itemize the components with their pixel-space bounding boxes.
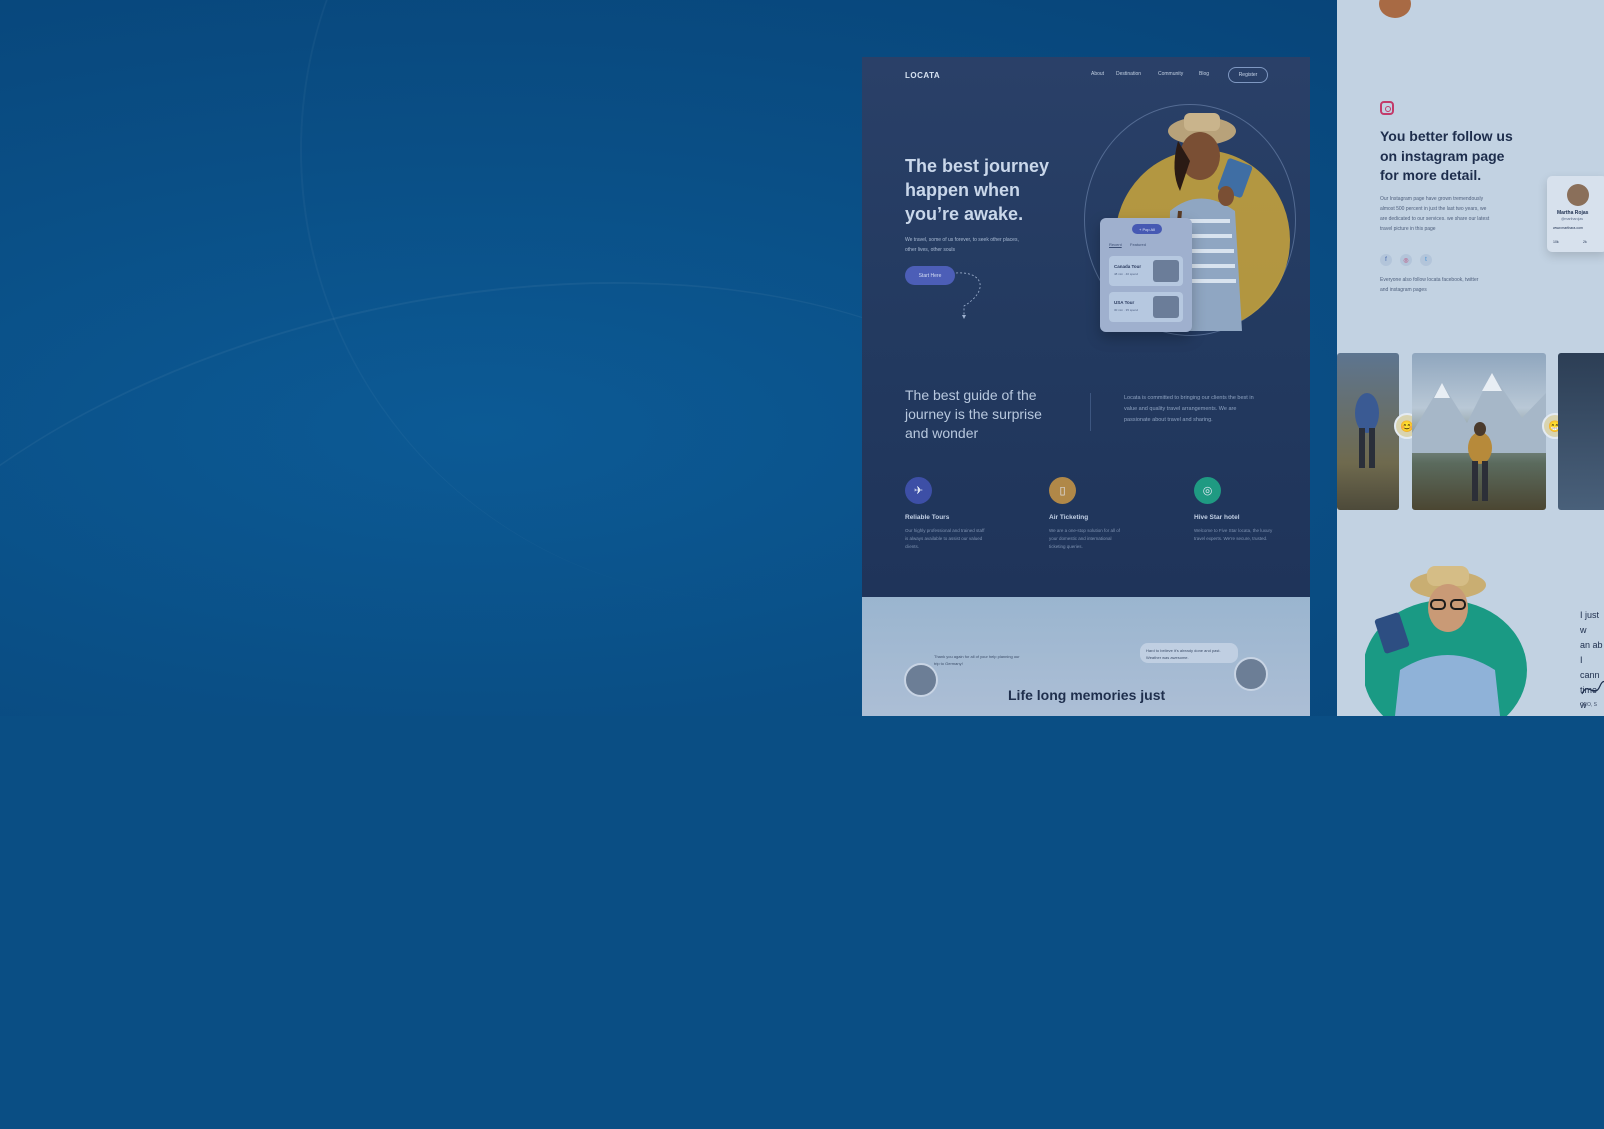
nav-community[interactable]: Community <box>1158 71 1183 77</box>
plane-icon: ✈ <box>905 477 932 504</box>
target-icon: ◎ <box>1194 477 1221 504</box>
feature-text: Welcome to Five Star locata, the luxury … <box>1194 528 1273 541</box>
profile-url[interactable]: www.marthara.com <box>1553 226 1583 230</box>
mountain-photo[interactable] <box>1412 353 1546 510</box>
tour-card[interactable]: + Pop All Recent Featured Canada Tour 48… <box>1100 218 1192 332</box>
hero-subtitle: We travel, some of us forever, to seek o… <box>905 237 1019 253</box>
quote-line: I cann <box>1580 655 1600 680</box>
traveler-man-image <box>1365 566 1527 716</box>
testimonial-quote: Hard to believe it's already done and pa… <box>1146 648 1221 660</box>
instagram-small-icon[interactable]: ◎ <box>1400 254 1412 266</box>
avatar <box>1234 657 1268 691</box>
ticket-icon: ▯ <box>1049 477 1076 504</box>
tab-recent[interactable]: Recent <box>1109 242 1122 247</box>
also-follow-text: Everyone also follow locata facebook, tw… <box>1380 277 1479 293</box>
profile-handle: @martharojas <box>1561 217 1584 221</box>
feature-air-ticketing: ▯ Air Ticketing We are a one-stop soluti… <box>1049 477 1149 551</box>
testimonial-quote: Thank you again for all of your help pla… <box>934 654 1020 666</box>
quote-line: I just w <box>1580 610 1600 635</box>
nav-blog[interactable]: Blog <box>1199 71 1209 77</box>
avatar <box>904 663 938 697</box>
photo-partial[interactable] <box>1558 353 1604 510</box>
instagram-text: Our Instagram page have grown tremendous… <box>1380 196 1490 232</box>
landing-page-mockup: LOCATA About Destination Community Blog … <box>862 57 1310 716</box>
logo[interactable]: LOCATA <box>905 71 940 80</box>
nav-about[interactable]: About <box>1091 71 1104 77</box>
tab-featured[interactable]: Featured <box>1130 242 1146 247</box>
hero-section: LOCATA About Destination Community Blog … <box>862 57 1310 597</box>
start-here-button[interactable]: Start Here <box>905 266 955 285</box>
feature-title: Hive Star hotel <box>1194 514 1240 521</box>
guide-title: The best guide of the journey is the sur… <box>905 387 1042 441</box>
tour-meta: 48 min · 40 spend <box>1114 272 1139 276</box>
instagram-title: You better follow us on instagram page f… <box>1380 128 1513 183</box>
tour-meta: 30 min · 35 spend <box>1114 308 1139 312</box>
feature-text: Our highly professional and trained staf… <box>905 528 985 549</box>
tour-item[interactable]: Canada Tour 48 min · 40 spend <box>1109 256 1183 286</box>
dotted-curve-arrow <box>955 272 981 319</box>
feature-title: Reliable Tours <box>905 514 950 521</box>
profile-stat: 10k <box>1553 240 1559 244</box>
register-button[interactable]: Register <box>1228 67 1268 83</box>
pop-all-pill[interactable]: + Pop All <box>1132 224 1162 234</box>
hiker-photo[interactable] <box>1337 353 1399 510</box>
instagram-icon[interactable] <box>1380 101 1394 115</box>
instagram-panel: You better follow us on instagram page f… <box>1337 0 1604 716</box>
testimonial-title: Life long memories just <box>1008 687 1166 703</box>
nav-destination[interactable]: Destination <box>1116 71 1141 77</box>
signature-icon <box>1581 680 1604 695</box>
testimonial-section: Thank you again for all of your help pla… <box>862 597 1310 716</box>
profile-stat: 2k <box>1583 240 1587 244</box>
mountain-scene <box>1412 373 1546 501</box>
feature-hotel: ◎ Hive Star hotel Welcome to Five Star l… <box>1194 477 1294 543</box>
guide-text: Locata is committed to bringing our clie… <box>1124 395 1254 423</box>
profile-avatar <box>1567 184 1589 206</box>
quote-line: an ab <box>1580 640 1603 650</box>
tour-name: USA Tour <box>1114 300 1135 305</box>
facebook-icon[interactable]: f <box>1380 254 1392 266</box>
ceo-label: CEO, S <box>1580 702 1597 708</box>
tour-item[interactable]: USA Tour 30 min · 35 spend <box>1109 292 1183 322</box>
divider <box>1090 393 1091 431</box>
tour-thumbnail <box>1153 296 1179 318</box>
feature-reliable-tours: ✈ Reliable Tours Our highly professional… <box>905 477 1005 551</box>
profile-card[interactable]: Martha Rojas @martharojas www.marthara.c… <box>1547 176 1604 252</box>
feature-text: We are a one-stop solution for all of yo… <box>1049 528 1120 549</box>
tour-name: Canada Tour <box>1114 264 1142 269</box>
twitter-icon[interactable]: t <box>1420 254 1432 266</box>
tour-thumbnail <box>1153 260 1179 282</box>
feature-title: Air Ticketing <box>1049 514 1089 521</box>
profile-name: Martha Rojas <box>1557 210 1589 216</box>
avatar <box>1379 0 1411 18</box>
hiker-figure <box>1355 393 1379 468</box>
hero-title: The best journey happen when you’re awak… <box>905 156 1050 224</box>
